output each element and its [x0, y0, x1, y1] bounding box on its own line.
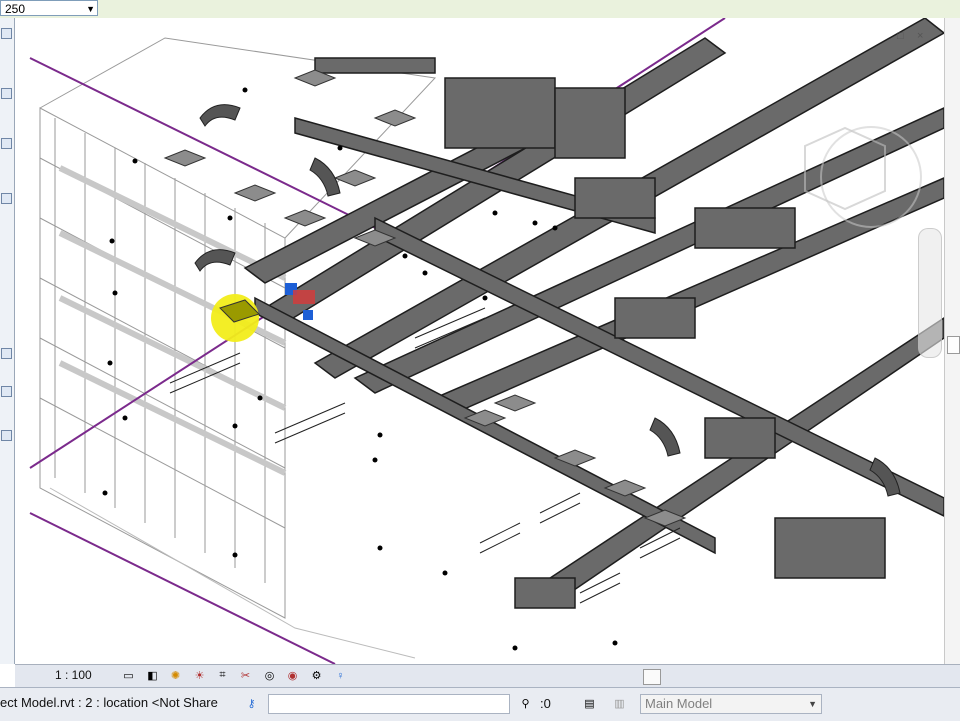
status-bar: ect Model.rvt : 2 : location <Not Share …	[0, 687, 960, 721]
options-bar: 250 ▼	[0, 0, 960, 19]
vertical-scrollbar[interactable]	[944, 18, 960, 664]
active-model-combo[interactable]: Main Model ▼	[640, 694, 822, 714]
horizontal-scroll-thumb[interactable]	[643, 669, 661, 685]
collapse-icon[interactable]	[1, 386, 12, 397]
mep-model-drawing	[29, 18, 944, 664]
detail-level-icon[interactable]: ▭	[121, 668, 136, 683]
panel-tab-icon[interactable]	[1, 138, 12, 149]
sun-path-icon[interactable]: ✺	[168, 668, 183, 683]
panel-tab-icon[interactable]	[1, 193, 12, 204]
crop-view-icon[interactable]: ⌗	[215, 668, 230, 683]
view-scale-combo[interactable]: 250 ▼	[0, 0, 98, 16]
editing-requests-icon[interactable]: ▥	[612, 696, 627, 711]
temporary-hide-icon[interactable]: ◎	[262, 668, 277, 683]
restore-icon[interactable]: □	[897, 30, 904, 42]
filter-count: :0	[540, 696, 551, 711]
analysis-icon[interactable]: ⚙	[309, 668, 324, 683]
collapse-icon[interactable]	[1, 28, 12, 39]
filter-icon[interactable]: ⚲	[518, 696, 533, 711]
scroll-arrow-icon[interactable]	[1, 348, 12, 359]
shadows-icon[interactable]: ☀	[192, 668, 207, 683]
view-control-bar: 1 : 100 ▭ ◧ ✺ ☀ ⌗ ✂ ◎ ◉ ⚙ ♀	[15, 664, 960, 687]
view-scale[interactable]: 1 : 100	[55, 668, 92, 682]
reveal-hidden-icon[interactable]: ◉	[285, 668, 300, 683]
view-scale-value: 250	[5, 2, 26, 16]
panel-tab-icon[interactable]	[1, 430, 12, 441]
design-options-icon[interactable]: ▤	[582, 696, 597, 711]
3d-view-canvas[interactable]: □ ×	[15, 18, 944, 664]
active-model-label: Main Model	[645, 696, 713, 711]
worksets-icon[interactable]: ⚷	[244, 696, 259, 711]
status-text: ect Model.rvt : 2 : location <Not Share	[0, 695, 218, 710]
show-crop-icon[interactable]: ✂	[238, 668, 253, 683]
workset-combo[interactable]	[268, 694, 510, 714]
visual-style-icon[interactable]: ◧	[145, 668, 160, 683]
project-browser-edge	[0, 18, 15, 664]
chevron-down-icon[interactable]: ▼	[808, 695, 817, 713]
navigation-bar[interactable]	[918, 228, 942, 358]
chevron-down-icon[interactable]: ▼	[86, 1, 95, 17]
close-icon[interactable]: ×	[917, 30, 923, 42]
scroll-thumb[interactable]	[947, 336, 960, 354]
viewcube-ring[interactable]	[820, 126, 922, 228]
scroll-arrow-icon[interactable]	[1, 88, 12, 99]
ductwork	[243, 18, 944, 609]
highlight-icon[interactable]: ♀	[333, 668, 348, 683]
